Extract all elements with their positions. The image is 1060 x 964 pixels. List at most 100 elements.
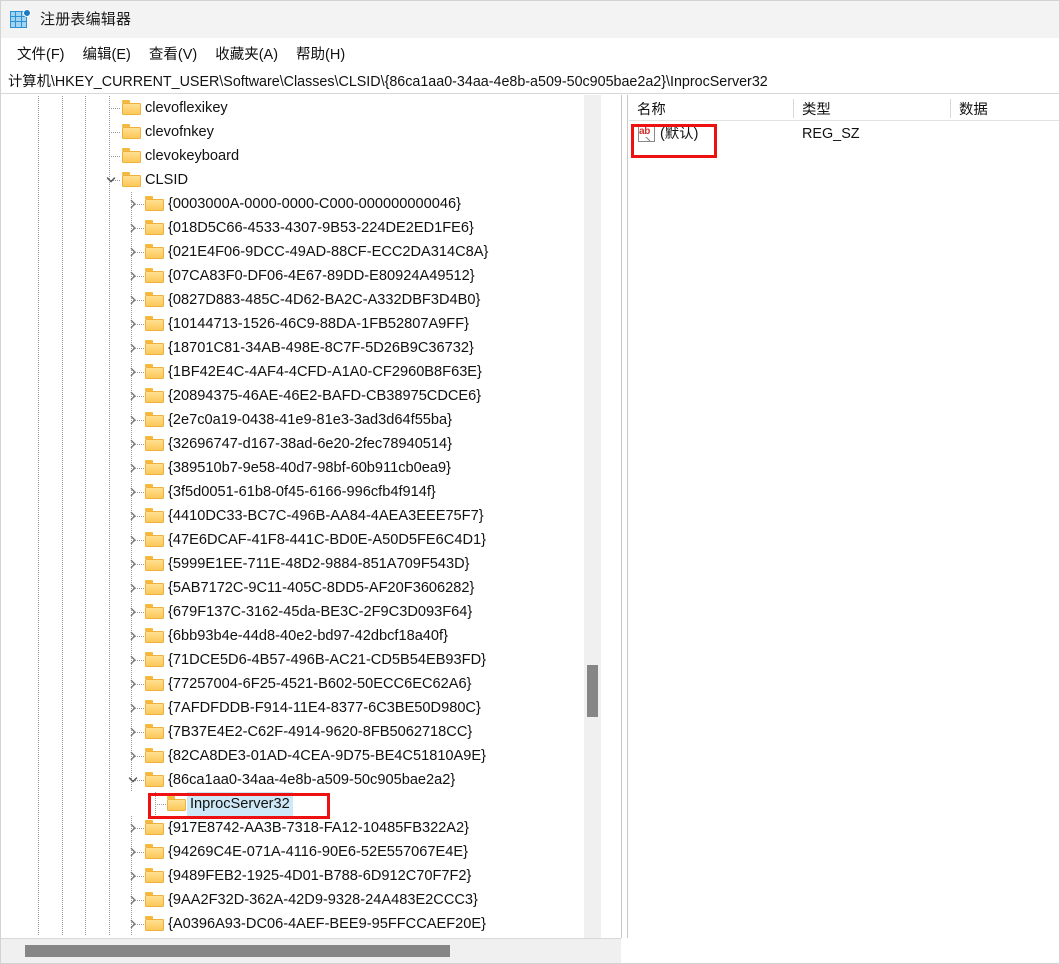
chevron-right-icon[interactable] (126, 408, 140, 432)
tree-item[interactable]: {7AFDFDDB-F914-11E4-8377-6C3BE50D980C} (0, 696, 601, 720)
chevron-right-icon[interactable] (126, 336, 140, 360)
chevron-right-icon[interactable] (126, 312, 140, 336)
folder-icon (122, 124, 141, 139)
chevron-right-icon[interactable] (126, 696, 140, 720)
tree-item[interactable]: {917E8742-AA3B-7318-FA12-10485FB322A2} (0, 816, 601, 840)
tree-item[interactable]: {5AB7172C-9C11-405C-8DD5-AF20F3606282} (0, 576, 601, 600)
folder-icon (145, 484, 164, 499)
chevron-right-icon[interactable] (126, 360, 140, 384)
chevron-down-icon[interactable] (126, 768, 140, 792)
tree-horizontal-scroll-thumb[interactable] (25, 945, 450, 957)
tree-item[interactable]: {5999E1EE-711E-48D2-9884-851A709F543D} (0, 552, 601, 576)
tree-item[interactable]: {7B37E4E2-C62F-4914-9620-8FB5062718CC} (0, 720, 601, 744)
folder-icon (122, 148, 141, 163)
chevron-right-icon[interactable] (126, 552, 140, 576)
tree-item[interactable]: {32696747-d167-38ad-6e20-2fec78940514} (0, 432, 601, 456)
tree-item[interactable]: {9AA2F32D-362A-42D9-9328-24A483E2CCC3} (0, 888, 601, 912)
chevron-right-icon[interactable] (126, 648, 140, 672)
tree-item[interactable]: CLSID (0, 168, 601, 192)
folder-icon (145, 700, 164, 715)
tree-item[interactable]: {71DCE5D6-4B57-496B-AC21-CD5B54EB93FD} (0, 648, 601, 672)
tree-item[interactable]: {4410DC33-BC7C-496B-AA84-4AEA3EEE75F7} (0, 504, 601, 528)
chevron-right-icon[interactable] (126, 528, 140, 552)
chevron-right-icon[interactable] (126, 720, 140, 744)
tree-item-selected[interactable]: InprocServer32 (0, 792, 601, 816)
tree-item[interactable]: clevoflexikey (0, 96, 601, 120)
chevron-right-icon[interactable] (126, 192, 140, 216)
tree-item[interactable]: {A0396A93-DC06-4AEF-BEE9-95FFCCAEF20E} (0, 912, 601, 936)
chevron-right-icon[interactable] (126, 912, 140, 936)
tree-item[interactable]: {0003000A-0000-0000-C000-000000000046} (0, 192, 601, 216)
folder-icon (145, 244, 164, 259)
chevron-right-icon[interactable] (126, 264, 140, 288)
tree-item[interactable]: {94269C4E-071A-4116-90E6-52E557067E4E} (0, 840, 601, 864)
folder-icon (145, 268, 164, 283)
tree-item-label: {9489FEB2-1925-4D01-B788-6D912C70F7F2} (168, 868, 472, 884)
chevron-right-icon[interactable] (126, 456, 140, 480)
tree-vertical-scroll-thumb[interactable] (587, 665, 598, 717)
menu-item-favorites[interactable]: 收藏夹(A) (206, 40, 287, 67)
column-header-type[interactable]: 类型 (794, 95, 950, 121)
tree-item[interactable]: {2e7c0a19-0438-41e9-81e3-3ad3d64f55ba} (0, 408, 601, 432)
chevron-right-icon[interactable] (126, 840, 140, 864)
chevron-right-icon[interactable] (126, 816, 140, 840)
registry-values-pane[interactable]: 名称 类型 数据 ab (默认) REG_SZ (629, 95, 1060, 938)
chevron-right-icon[interactable] (126, 288, 140, 312)
tree-horizontal-scrollbar[interactable] (0, 938, 621, 964)
chevron-right-icon[interactable] (126, 600, 140, 624)
chevron-right-icon[interactable] (126, 216, 140, 240)
chevron-right-icon[interactable] (126, 864, 140, 888)
tree-item-label: {32696747-d167-38ad-6e20-2fec78940514} (168, 436, 453, 452)
menu-item-help[interactable]: 帮助(H) (287, 40, 354, 67)
folder-icon (145, 532, 164, 547)
tree-item-label: clevokeyboard (145, 148, 240, 164)
tree-item[interactable]: {86ca1aa0-34aa-4e8b-a509-50c905bae2a2} (0, 768, 601, 792)
chevron-right-icon[interactable] (126, 504, 140, 528)
chevron-down-icon[interactable] (104, 168, 118, 192)
menu-item-edit[interactable]: 编辑(E) (74, 40, 140, 67)
chevron-right-icon[interactable] (126, 624, 140, 648)
tree-item[interactable]: clevokeyboard (0, 144, 601, 168)
tree-item[interactable]: {10144713-1526-46C9-88DA-1FB52807A9FF} (0, 312, 601, 336)
tree-item-label: {5AB7172C-9C11-405C-8DD5-AF20F3606282} (168, 580, 475, 596)
tree-item[interactable]: {6bb93b4e-44d8-40e2-bd97-42dbcf18a40f} (0, 624, 601, 648)
address-bar[interactable]: 计算机\HKEY_CURRENT_USER\Software\Classes\C… (0, 68, 1060, 94)
menu-item-file[interactable]: 文件(F) (8, 40, 74, 67)
tree-item[interactable]: {679F137C-3162-45da-BE3C-2F9C3D093F64} (0, 600, 601, 624)
tree-item-label: {18701C81-34AB-498E-8C7F-5D26B9C36732} (168, 340, 474, 356)
tree-item[interactable]: {77257004-6F25-4521-B602-50ECC6EC62A6} (0, 672, 601, 696)
registry-tree-pane[interactable]: clevoflexikey clevofnkey clevokeyboard CLSI… (0, 95, 621, 938)
value-row[interactable]: ab (默认) REG_SZ (629, 122, 1060, 146)
tree-item[interactable]: {47E6DCAF-41F8-441C-BD0E-A50D5FE6C4D1} (0, 528, 601, 552)
pane-splitter[interactable] (621, 95, 628, 938)
tree-item[interactable]: {1BF42E4C-4AF4-4CFD-A1A0-CF2960B8F63E} (0, 360, 601, 384)
tree-item[interactable]: {0827D883-485C-4D62-BA2C-A332DBF3D4B0} (0, 288, 601, 312)
chevron-right-icon[interactable] (126, 744, 140, 768)
tree-item[interactable]: {389510b7-9e58-40d7-98bf-60b911cb0ea9} (0, 456, 601, 480)
tree-item[interactable]: {20894375-46AE-46E2-BAFD-CB38975CDCE6} (0, 384, 601, 408)
chevron-right-icon[interactable] (126, 384, 140, 408)
tree-item[interactable]: {9489FEB2-1925-4D01-B788-6D912C70F7F2} (0, 864, 601, 888)
tree-item-label: CLSID (145, 172, 188, 188)
tree-item[interactable]: {021E4F06-9DCC-49AD-88CF-ECC2DA314C8A} (0, 240, 601, 264)
tree-item[interactable]: {18701C81-34AB-498E-8C7F-5D26B9C36732} (0, 336, 601, 360)
string-value-icon: ab (638, 126, 655, 142)
chevron-right-icon[interactable] (126, 480, 140, 504)
folder-icon (145, 892, 164, 907)
folder-icon (122, 100, 141, 115)
column-header-name[interactable]: 名称 (629, 95, 793, 121)
chevron-right-icon[interactable] (126, 888, 140, 912)
tree-item[interactable]: {3f5d0051-61b8-0f45-6166-996cfb4f914f} (0, 480, 601, 504)
tree-item[interactable]: {07CA83F0-DF06-4E67-89DD-E80924A49512} (0, 264, 601, 288)
menu-item-view[interactable]: 查看(V) (140, 40, 206, 67)
menu-bar: 文件(F) 编辑(E) 查看(V) 收藏夹(A) 帮助(H) (0, 38, 1060, 68)
chevron-right-icon[interactable] (126, 672, 140, 696)
column-header-data[interactable]: 数据 (951, 95, 1060, 121)
tree-item[interactable]: {82CA8DE3-01AD-4CEA-9D75-BE4C51810A9E} (0, 744, 601, 768)
chevron-right-icon[interactable] (126, 576, 140, 600)
tree-item[interactable]: clevofnkey (0, 120, 601, 144)
chevron-right-icon[interactable] (126, 240, 140, 264)
tree-vertical-scrollbar[interactable] (584, 95, 601, 938)
chevron-right-icon[interactable] (126, 432, 140, 456)
tree-item[interactable]: {018D5C66-4533-4307-9B53-224DE2ED1FE6} (0, 216, 601, 240)
